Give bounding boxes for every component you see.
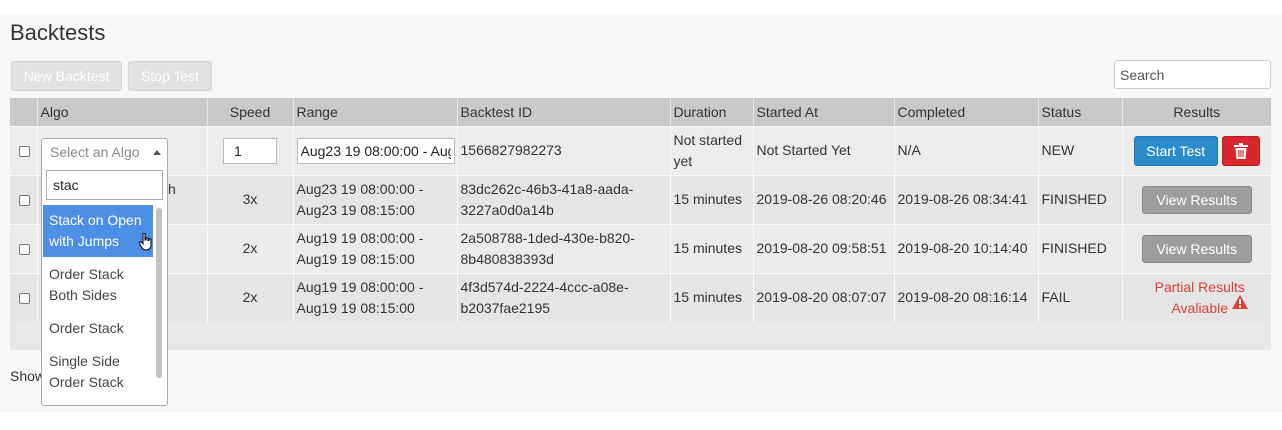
algo-name-fragment: h — [168, 181, 176, 197]
header-duration[interactable]: Duration — [670, 98, 754, 126]
caret-up-icon — [153, 150, 161, 155]
backtest-id-cell: 2a508788-1ded-430e-b820-8b480838393d — [457, 223, 671, 273]
speed-cell: 2x — [207, 272, 294, 322]
completed-cell: 2019-08-20 10:14:40 — [894, 223, 1039, 273]
header-checkbox-col — [10, 98, 38, 126]
duration-cell: 15 minutes — [670, 272, 754, 322]
header-completed[interactable]: Completed — [894, 98, 1039, 126]
status-cell: FAIL — [1038, 272, 1123, 322]
header-backtest-id[interactable]: Backtest ID — [457, 98, 671, 126]
algo-select[interactable]: Select an Algo — [41, 138, 168, 166]
algo-option[interactable]: Stack on Open with Jumps — [43, 205, 153, 257]
algo-search-input[interactable] — [46, 170, 163, 200]
algo-option-label: Stack on Open with Jumps — [49, 212, 142, 249]
algo-dropdown: Stack on Open with Jumps Order Stack Bot… — [41, 165, 168, 406]
completed-cell: 2019-08-26 08:34:41 — [894, 174, 1039, 224]
speed-cell: 3x — [207, 174, 294, 224]
trash-icon — [1233, 142, 1248, 159]
partial-results-link[interactable]: Partial Results Avaliable — [1122, 272, 1271, 322]
view-results-button[interactable]: View Results — [1141, 185, 1252, 214]
table-row-new: 1566827982273 Not started yet Not Starte… — [10, 125, 1271, 175]
speed-cell: 2x — [207, 223, 294, 273]
backtests-table: Algo Speed Range Backtest ID Duration St… — [10, 98, 1271, 350]
algo-select-placeholder: Select an Algo — [50, 144, 140, 160]
table-row[interactable]: 3x Aug23 19 08:00:00 - Aug23 19 08:15:00… — [10, 174, 1271, 224]
duration-cell: Not started yet — [670, 125, 754, 175]
started-at-cell: 2019-08-20 08:07:07 — [753, 272, 895, 322]
range-cell: Aug19 19 08:00:00 - Aug19 19 08:15:00 — [293, 272, 458, 322]
search-input[interactable] — [1114, 60, 1271, 89]
header-status[interactable]: Status — [1038, 98, 1123, 126]
header-started-at[interactable]: Started At — [753, 98, 895, 126]
header-speed[interactable]: Speed — [207, 98, 294, 126]
duration-cell: 15 minutes — [670, 223, 754, 273]
table-row[interactable]: 2x Aug19 19 08:00:00 - Aug19 19 08:15:00… — [10, 223, 1271, 273]
backtest-id-cell: 83dc262c-46b3-41a8-aada-3227a0d0a14b — [457, 174, 671, 224]
header-algo[interactable]: Algo — [37, 98, 208, 126]
algo-option[interactable]: Order Stack — [43, 313, 153, 344]
view-results-button[interactable]: View Results — [1141, 234, 1252, 263]
started-at-cell: 2019-08-20 09:58:51 — [753, 223, 895, 273]
range-cell: Aug19 19 08:00:00 - Aug19 19 08:15:00 — [293, 223, 458, 273]
backtest-id-cell: 1566827982273 — [457, 125, 671, 175]
range-cell: Aug23 19 08:00:00 - Aug23 19 08:15:00 — [293, 174, 458, 224]
duration-cell: 15 minutes — [670, 174, 754, 224]
status-cell: FINISHED — [1038, 174, 1123, 224]
row-checkbox[interactable] — [19, 145, 30, 157]
row-checkbox[interactable] — [19, 293, 30, 305]
backtest-id-cell: 4f3d574d-2224-4ccc-a08e-b2037fae2195 — [457, 272, 671, 322]
speed-input[interactable] — [223, 137, 277, 164]
completed-cell: 2019-08-20 08:16:14 — [894, 272, 1039, 322]
hand-cursor-icon — [139, 233, 152, 251]
row-checkbox[interactable] — [19, 194, 30, 206]
started-at-cell: 2019-08-26 08:20:46 — [753, 174, 895, 224]
start-test-button[interactable]: Start Test — [1133, 135, 1218, 166]
status-cell: NEW — [1038, 125, 1123, 175]
dropdown-scrollbar[interactable] — [156, 208, 162, 378]
row-checkbox[interactable] — [19, 243, 30, 255]
header-range[interactable]: Range — [293, 98, 458, 126]
table-header-row: Algo Speed Range Backtest ID Duration St… — [10, 98, 1271, 126]
table-row[interactable]: 2x Aug19 19 08:00:00 - Aug19 19 08:15:00… — [10, 272, 1271, 322]
completed-cell: N/A — [894, 125, 1039, 175]
algo-option[interactable]: Single Side Order Stack — [43, 346, 153, 398]
warning-icon — [1231, 294, 1248, 309]
stop-test-button[interactable]: Stop Test — [128, 61, 212, 91]
status-cell: FINISHED — [1038, 223, 1123, 273]
started-at-cell: Not Started Yet — [753, 125, 895, 175]
new-backtest-button[interactable]: New Backtest — [11, 61, 122, 91]
header-results: Results — [1122, 98, 1271, 126]
range-input[interactable] — [296, 137, 455, 164]
algo-option[interactable]: Order Stack Both Sides — [43, 259, 153, 311]
show-entries-label: Show — [10, 368, 46, 384]
page-title: Backtests — [10, 20, 106, 45]
delete-button[interactable] — [1221, 135, 1260, 166]
